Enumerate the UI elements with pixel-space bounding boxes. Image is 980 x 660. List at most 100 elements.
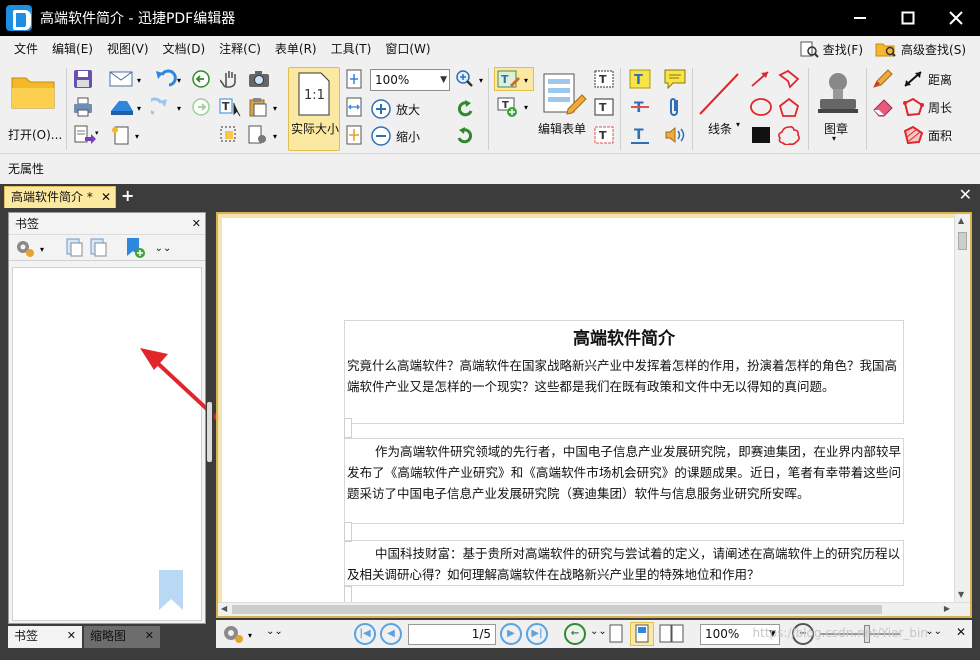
scroll-left-icon[interactable]: ◀ bbox=[221, 604, 227, 613]
bookmark-list[interactable] bbox=[12, 267, 202, 621]
expand-bookmarks-button[interactable] bbox=[63, 238, 85, 258]
magnifier-button[interactable]: ▾ bbox=[454, 68, 488, 90]
text-block-3[interactable]: 中国科技财富：基于贵所对高端软件的研究与尝试着的定义，请阐述在高端软件上的研究历… bbox=[344, 540, 904, 586]
cloud-tool[interactable] bbox=[776, 124, 802, 146]
menu-file[interactable]: 文件 bbox=[7, 36, 45, 62]
distance-tool[interactable]: 距离 bbox=[902, 68, 976, 90]
underline-tool[interactable]: T bbox=[628, 124, 652, 146]
export-button[interactable]: ▾ bbox=[72, 124, 102, 146]
paste-button[interactable]: ▾ bbox=[246, 96, 282, 118]
actual-size-button[interactable]: 1:1 实际大小 bbox=[288, 67, 340, 151]
edit-form-button[interactable] bbox=[538, 68, 590, 120]
undo-button[interactable]: ▾ bbox=[150, 68, 188, 90]
menu-tools[interactable]: 工具(T) bbox=[324, 36, 379, 62]
menu-edit[interactable]: 编辑(E) bbox=[45, 36, 100, 62]
area-tool[interactable]: 面积 bbox=[902, 124, 976, 146]
typewriter-tool[interactable]: T bbox=[592, 124, 616, 146]
perimeter-tool[interactable]: 周长 bbox=[902, 96, 976, 118]
document-tab[interactable]: 高端软件简介 * ✕ bbox=[4, 186, 116, 208]
vertical-scrollbar[interactable]: ▲ ▼ bbox=[954, 214, 970, 602]
tab-thumbnails[interactable]: 缩略图 ✕ bbox=[84, 626, 160, 648]
close-panel-icon[interactable]: ✕ bbox=[192, 213, 201, 235]
fit-visible-button[interactable] bbox=[344, 125, 364, 145]
zoom-select[interactable]: 100% ▼ bbox=[370, 69, 450, 91]
single-page-button[interactable] bbox=[606, 623, 626, 645]
edit-text-button[interactable]: T ▾ bbox=[494, 67, 534, 91]
menu-view[interactable]: 视图(V) bbox=[100, 36, 156, 62]
rotate-ccw-button[interactable] bbox=[454, 98, 476, 120]
scroll-down-icon[interactable]: ▼ bbox=[958, 590, 964, 599]
advanced-find-button[interactable]: 高级查找(S) bbox=[875, 40, 966, 58]
scroll-up-icon[interactable]: ▲ bbox=[958, 216, 964, 225]
close-icon[interactable]: ✕ bbox=[956, 625, 966, 639]
double-chevron-down-icon[interactable]: ⌄⌄ bbox=[266, 626, 283, 637]
scroll-right-icon[interactable]: ▶ bbox=[944, 604, 950, 613]
zoom-out-button[interactable]: 缩小 bbox=[370, 125, 426, 147]
menu-comment[interactable]: 注释(C) bbox=[212, 36, 268, 62]
find-button[interactable]: 查找(F) bbox=[799, 40, 863, 58]
polyline-tool[interactable] bbox=[776, 68, 802, 90]
menu-document[interactable]: 文档(D) bbox=[156, 36, 213, 62]
callout-tool[interactable]: T bbox=[592, 96, 616, 118]
rotate-cw-button[interactable] bbox=[454, 125, 476, 147]
splitter-grip[interactable] bbox=[207, 402, 212, 462]
h-scroll-thumb[interactable] bbox=[232, 605, 882, 614]
double-chevron-down-icon[interactable]: ⌄⌄ bbox=[590, 626, 607, 637]
hand-tool-button[interactable] bbox=[218, 68, 242, 90]
open-button[interactable]: 打开(O)... bbox=[6, 68, 62, 148]
page-setup-button[interactable]: ▾ bbox=[246, 124, 282, 146]
pdf-page[interactable]: 究竟什么高端软件？高端软件在国家战略新兴产业中发挥着怎样的作用，扮演着怎样的角色… bbox=[222, 218, 954, 602]
sound-tool[interactable] bbox=[662, 124, 688, 146]
arrow-tool[interactable] bbox=[748, 68, 774, 90]
print-button[interactable] bbox=[72, 96, 94, 118]
next-page-button[interactable]: ▶ bbox=[500, 623, 522, 645]
add-bookmark-button[interactable] bbox=[123, 237, 147, 259]
double-chevron-down-icon[interactable]: ⌄⌄ bbox=[925, 626, 942, 637]
strikeout-tool[interactable]: T bbox=[628, 96, 652, 118]
save-button[interactable] bbox=[72, 68, 94, 90]
minimize-button[interactable] bbox=[836, 0, 884, 36]
text-block-2[interactable]: 作为高端软件研究领域的先行者，中国电子信息产业发展研究院，即赛迪集团，在业界内部… bbox=[344, 438, 904, 524]
fit-page-button[interactable] bbox=[344, 69, 364, 89]
go-back-button[interactable]: ← bbox=[564, 623, 586, 645]
fit-width-button[interactable] bbox=[344, 97, 364, 117]
snapshot-button[interactable] bbox=[246, 68, 272, 90]
bookmark-options-button[interactable]: ▾ bbox=[13, 238, 49, 258]
text-field-tool[interactable]: T bbox=[592, 68, 616, 90]
eraser-tool[interactable] bbox=[870, 96, 896, 118]
last-page-button[interactable]: ▶| bbox=[526, 623, 548, 645]
horizontal-scrollbar[interactable]: ◀ ▶ bbox=[218, 602, 970, 616]
highlight-text-tool[interactable]: T bbox=[628, 68, 652, 90]
pencil-tool[interactable] bbox=[870, 68, 896, 90]
status-options-button[interactable]: ▾ bbox=[220, 623, 256, 645]
new-document-button[interactable]: ▾ bbox=[108, 124, 146, 146]
redo-button[interactable]: ▾ bbox=[150, 96, 188, 118]
forward-button[interactable] bbox=[190, 96, 212, 118]
first-page-button[interactable]: |◀ bbox=[354, 623, 376, 645]
page-number-input[interactable]: 1/5 bbox=[408, 624, 496, 645]
polygon-tool[interactable] bbox=[776, 96, 802, 118]
select-text-button[interactable]: T bbox=[218, 96, 244, 118]
attach-file-tool[interactable] bbox=[662, 96, 688, 118]
close-icon[interactable]: ✕ bbox=[145, 626, 154, 646]
menu-form[interactable]: 表单(R) bbox=[268, 36, 324, 62]
prev-page-button[interactable]: ◀ bbox=[380, 623, 402, 645]
scan-button[interactable]: ▾ bbox=[108, 96, 146, 118]
close-button[interactable] bbox=[932, 0, 980, 36]
maximize-button[interactable] bbox=[884, 0, 932, 36]
facing-page-button[interactable] bbox=[658, 623, 686, 645]
collapse-bookmarks-button[interactable] bbox=[87, 238, 109, 258]
note-tool[interactable] bbox=[662, 68, 688, 90]
line-tool[interactable] bbox=[696, 70, 742, 118]
stamp-button[interactable] bbox=[812, 68, 864, 120]
zoom-in-button[interactable]: 放大 bbox=[370, 98, 426, 120]
menu-window[interactable]: 窗口(W) bbox=[378, 36, 437, 62]
panel-splitter[interactable] bbox=[206, 212, 214, 652]
ellipse-tool[interactable] bbox=[748, 96, 774, 118]
back-button[interactable] bbox=[190, 68, 212, 90]
more-options-button[interactable]: ⌄⌄ bbox=[155, 238, 172, 258]
close-all-tabs-icon[interactable]: ✕ bbox=[959, 185, 972, 204]
scroll-thumb[interactable] bbox=[958, 232, 967, 250]
tab-bookmarks[interactable]: 书签 ✕ bbox=[8, 626, 82, 648]
select-area-button[interactable] bbox=[218, 124, 244, 146]
